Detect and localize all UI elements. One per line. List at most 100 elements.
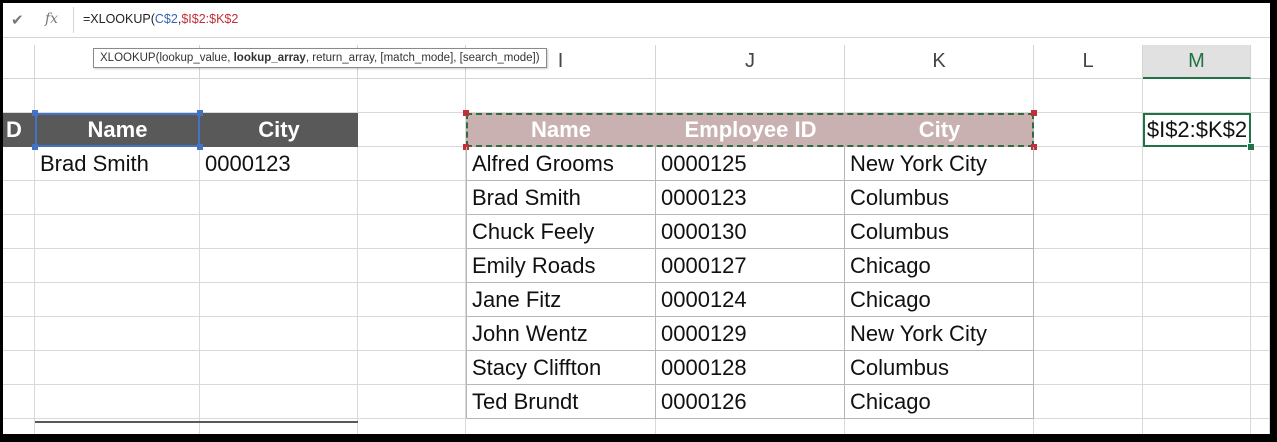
- right-table-city-cell[interactable]: Columbus: [845, 351, 1034, 385]
- right-table-name-cell[interactable]: Chuck Feely: [466, 215, 656, 249]
- right-table-city-cell[interactable]: New York City: [845, 317, 1034, 351]
- grid-cell[interactable]: [200, 351, 358, 385]
- active-cell-m2[interactable]: $I$2:$K$2: [1143, 113, 1251, 147]
- grid-cell[interactable]: [3, 385, 35, 419]
- grid-cell[interactable]: [3, 317, 35, 351]
- grid-cell[interactable]: [35, 317, 200, 351]
- grid-cell[interactable]: [3, 79, 35, 113]
- grid-cell[interactable]: [3, 249, 35, 283]
- grid-cell[interactable]: [1034, 249, 1143, 283]
- grid-cell[interactable]: [200, 249, 358, 283]
- right-table-name-cell[interactable]: Stacy Cliffton: [466, 351, 656, 385]
- grid-cell[interactable]: [35, 249, 200, 283]
- right-table-city-cell[interactable]: Columbus: [845, 215, 1034, 249]
- grid-cell[interactable]: [1034, 147, 1143, 181]
- grid-cell[interactable]: [1251, 147, 1270, 181]
- grid-cell[interactable]: [200, 317, 358, 351]
- range-handle[interactable]: [463, 110, 469, 116]
- right-table-id-cell[interactable]: 0000125: [656, 147, 845, 181]
- grid-cell[interactable]: [3, 419, 35, 434]
- grid-cell[interactable]: [1034, 419, 1143, 434]
- left-table-header-name[interactable]: Name: [35, 113, 200, 147]
- grid-cell[interactable]: [358, 283, 466, 317]
- selection-handle[interactable]: [197, 110, 203, 116]
- column-header-j[interactable]: J: [656, 45, 845, 79]
- left-table-city-cell[interactable]: 0000123: [200, 147, 358, 181]
- grid-cell[interactable]: [358, 215, 466, 249]
- grid-cell[interactable]: [1251, 113, 1270, 147]
- selection-handle[interactable]: [197, 144, 203, 150]
- grid-cell[interactable]: [1251, 79, 1270, 113]
- column-header-l[interactable]: L: [1034, 45, 1143, 79]
- grid-cell[interactable]: [35, 79, 200, 113]
- grid-cell[interactable]: [1251, 385, 1270, 419]
- grid-cell[interactable]: [845, 79, 1034, 113]
- grid-cell[interactable]: [1034, 317, 1143, 351]
- insert-function-button[interactable]: fx: [45, 11, 58, 27]
- grid-cell[interactable]: [1143, 249, 1251, 283]
- grid-cell[interactable]: [1143, 147, 1251, 181]
- grid-cell[interactable]: [1143, 79, 1251, 113]
- fill-handle[interactable]: [1247, 143, 1255, 151]
- grid-cell[interactable]: [1034, 113, 1143, 147]
- grid-cell[interactable]: [3, 283, 35, 317]
- grid-cell[interactable]: [1251, 317, 1270, 351]
- grid-cell[interactable]: [3, 181, 35, 215]
- grid-cell[interactable]: [200, 181, 358, 215]
- selection-handle[interactable]: [32, 144, 38, 150]
- grid-cell[interactable]: [35, 215, 200, 249]
- right-table-name-cell[interactable]: Emily Roads: [466, 249, 656, 283]
- right-table-name-cell[interactable]: Brad Smith: [466, 181, 656, 215]
- grid-cell[interactable]: [35, 181, 200, 215]
- grid-cell[interactable]: [1143, 283, 1251, 317]
- grid-cell[interactable]: [200, 79, 358, 113]
- right-table-city-cell[interactable]: Columbus: [845, 181, 1034, 215]
- grid-cell[interactable]: [358, 79, 466, 113]
- right-table-name-cell[interactable]: Jane Fitz: [466, 283, 656, 317]
- right-table-id-cell[interactable]: 0000127: [656, 249, 845, 283]
- right-table-name-cell[interactable]: Ted Brundt: [466, 385, 656, 419]
- check-icon[interactable]: ✔: [11, 11, 24, 29]
- grid-cell[interactable]: [200, 283, 358, 317]
- right-table-city-cell[interactable]: Chicago: [845, 249, 1034, 283]
- right-table-id-cell[interactable]: 0000126: [656, 385, 845, 419]
- grid-cell[interactable]: [1034, 215, 1143, 249]
- column-header-k[interactable]: K: [845, 45, 1034, 79]
- grid-cell[interactable]: [1251, 181, 1270, 215]
- grid-cell[interactable]: [1143, 385, 1251, 419]
- grid-cell[interactable]: [358, 249, 466, 283]
- grid-cell[interactable]: [35, 385, 200, 419]
- right-table-name-cell[interactable]: John Wentz: [466, 317, 656, 351]
- right-table-id-cell[interactable]: 0000124: [656, 283, 845, 317]
- grid-cell[interactable]: [1034, 79, 1143, 113]
- grid-cell[interactable]: [1034, 351, 1143, 385]
- tooltip-arg-lookup-array[interactable]: lookup_array: [234, 52, 306, 64]
- grid-cell[interactable]: [1143, 215, 1251, 249]
- grid-cell[interactable]: [200, 385, 358, 419]
- grid-cell[interactable]: [1143, 317, 1251, 351]
- grid-cell[interactable]: [358, 147, 466, 181]
- grid-cell[interactable]: [1143, 181, 1251, 215]
- grid-cell[interactable]: [200, 215, 358, 249]
- right-table-city-cell[interactable]: New York City: [845, 147, 1034, 181]
- grid-cell[interactable]: [1034, 385, 1143, 419]
- grid-cell[interactable]: [466, 79, 656, 113]
- left-table-header-partial[interactable]: D: [3, 113, 35, 147]
- grid-cell[interactable]: [358, 113, 466, 147]
- grid-cell[interactable]: [1251, 283, 1270, 317]
- selection-handle[interactable]: [32, 110, 38, 116]
- grid-cell[interactable]: [358, 351, 466, 385]
- grid-cell[interactable]: [3, 351, 35, 385]
- right-table-name-cell[interactable]: Alfred Grooms: [466, 147, 656, 181]
- grid-cell[interactable]: [1251, 351, 1270, 385]
- right-table-city-cell[interactable]: Chicago: [845, 385, 1034, 419]
- grid-cell[interactable]: [1143, 419, 1251, 434]
- grid-cell[interactable]: [3, 215, 35, 249]
- column-header-m[interactable]: M: [1143, 45, 1251, 79]
- grid-cell[interactable]: [656, 79, 845, 113]
- right-table-id-cell[interactable]: 0000129: [656, 317, 845, 351]
- formula-input[interactable]: =XLOOKUP(C$2,$I$2:$K$2: [83, 12, 238, 26]
- right-table-id-cell[interactable]: 0000128: [656, 351, 845, 385]
- left-table-name-cell[interactable]: Brad Smith: [35, 147, 200, 181]
- grid-cell[interactable]: [845, 419, 1034, 434]
